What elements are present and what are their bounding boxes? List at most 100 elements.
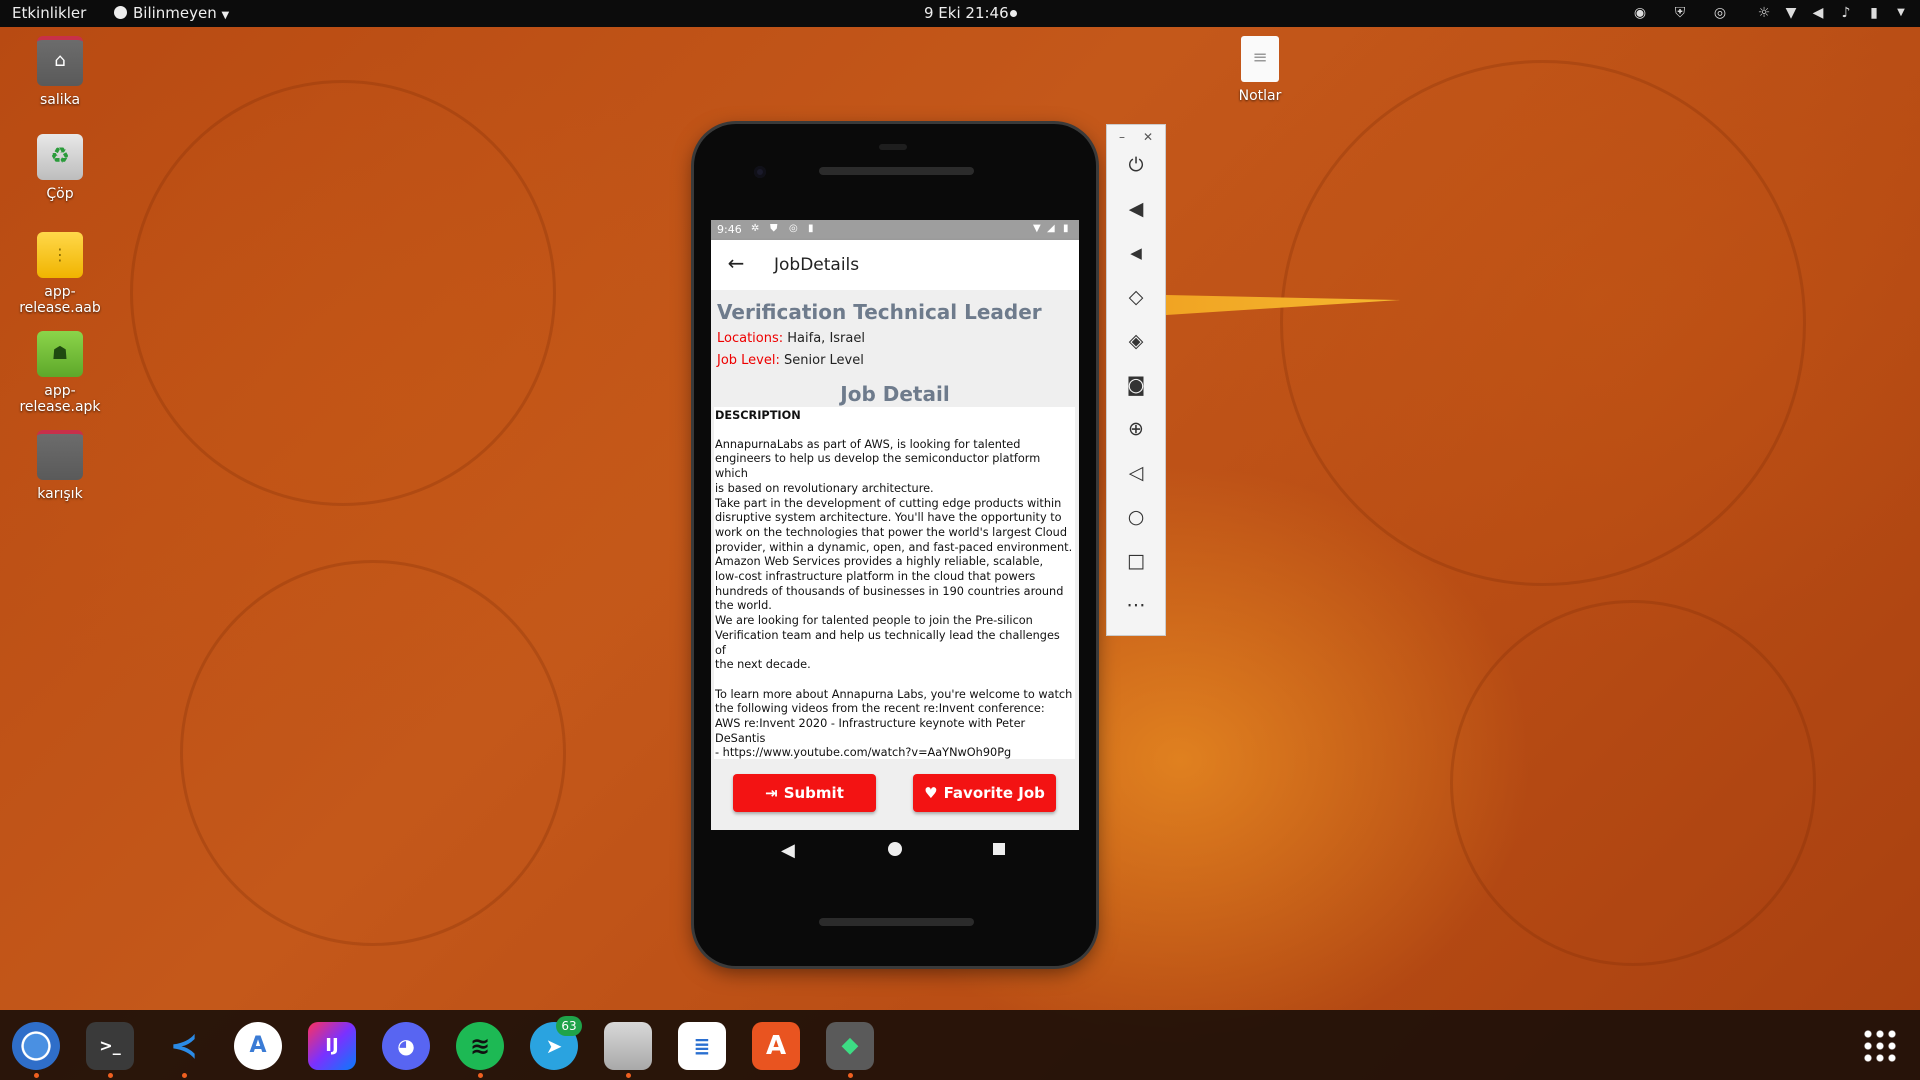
desktop-icon-label: app-release.apk bbox=[19, 383, 101, 415]
overview-icon[interactable]: □ bbox=[1122, 547, 1150, 575]
sync-status-icon: ◎ bbox=[789, 223, 798, 234]
desktop-icon-apk[interactable]: ☗ app-release.apk bbox=[5, 331, 115, 415]
shield-status-icon: ⛊ bbox=[770, 223, 778, 234]
running-indicator bbox=[108, 1073, 113, 1078]
more-icon[interactable]: ⋯ bbox=[1122, 591, 1150, 619]
chevron-down-icon: ▼ bbox=[221, 10, 230, 21]
running-indicator bbox=[182, 1073, 187, 1078]
locations-row: Locations: Haifa, Israel bbox=[717, 331, 865, 346]
desktop-icon-aab[interactable]: ⋮ app-release.aab bbox=[5, 232, 115, 316]
phone-bottom-speaker bbox=[819, 918, 974, 926]
locations-label: Locations: bbox=[717, 331, 784, 346]
desktop-icon-karisik[interactable]: karışık bbox=[5, 430, 115, 502]
description-line: engineers to help us develop the semicon… bbox=[715, 452, 1041, 481]
submit-label: Submit bbox=[783, 784, 844, 802]
locations-value: Haifa, Israel bbox=[787, 331, 865, 346]
discord-app-icon[interactable]: ◕ bbox=[382, 1022, 430, 1070]
description-line bbox=[715, 673, 1074, 688]
spotify-app-icon[interactable]: ≋ bbox=[456, 1022, 504, 1070]
description-line: To learn more about Annapurna Labs, you'… bbox=[715, 687, 1073, 701]
job-level-value: Senior Level bbox=[784, 353, 864, 368]
back-icon[interactable]: ◁ bbox=[1122, 459, 1150, 487]
sd-card-status-icon: ▮ bbox=[808, 223, 814, 234]
favorite-label: Favorite Job bbox=[943, 784, 1045, 802]
desktop-icon-label: Notlar bbox=[1238, 88, 1282, 104]
description-line: the world. bbox=[715, 599, 772, 613]
rotate-right-icon[interactable]: ◈ bbox=[1122, 327, 1150, 355]
volume-icon[interactable]: ◀ bbox=[1810, 5, 1826, 21]
back-arrow-icon[interactable]: ← bbox=[723, 251, 749, 275]
description-line: - https://www.youtube.com/watch?v=AaYNwO… bbox=[715, 746, 1012, 759]
camera-icon[interactable]: ◙ bbox=[1122, 371, 1150, 399]
close-icon[interactable]: ✕ bbox=[1143, 130, 1153, 144]
clock[interactable]: 9 Eki 21:46 bbox=[924, 4, 1009, 22]
description-line: disruptive system architecture. You'll h… bbox=[715, 511, 1062, 525]
description-line: low-cost infrastructure platform in the … bbox=[715, 570, 1036, 584]
show-apps-grid-icon[interactable] bbox=[1862, 1028, 1896, 1062]
power-icon[interactable]: ⏻ bbox=[1122, 151, 1150, 179]
wallpaper-swirl bbox=[1280, 60, 1806, 586]
favorite-job-button[interactable]: ♥ Favorite Job bbox=[913, 774, 1056, 812]
chrome-app-icon[interactable] bbox=[12, 1022, 60, 1070]
desktop-icon-label: Çöp bbox=[46, 186, 74, 202]
desktop-icon-salika[interactable]: ⌂ salika bbox=[5, 36, 115, 108]
submit-button[interactable]: ⇥ Submit bbox=[733, 774, 876, 812]
intellij-app-icon[interactable]: IJ bbox=[308, 1022, 356, 1070]
minimize-icon[interactable]: – bbox=[1119, 130, 1125, 144]
emulator-phone-frame: 9:46 ✲ ⛊ ◎ ▮ ▼ ◢ ▮ ← JobDetails Verifica… bbox=[694, 124, 1096, 966]
emulator-toolbar: – ✕ ⏻ ◀ ◀ ◇ ◈ ◙ ⊕ ◁ ○ □ ⋯ bbox=[1106, 124, 1166, 636]
job-level-row: Job Level: Senior Level bbox=[717, 353, 864, 368]
app-menu[interactable]: Bilinmeyen ▼ bbox=[114, 4, 229, 22]
microphone-icon[interactable]: ♪ bbox=[1838, 5, 1854, 21]
description-line: work on the technologies that power the … bbox=[715, 525, 1067, 539]
app-menu-icon bbox=[114, 6, 127, 19]
files-app-icon[interactable] bbox=[604, 1022, 652, 1070]
rotate-left-icon[interactable]: ◇ bbox=[1122, 283, 1150, 311]
description-line: is based on revolutionary architecture. bbox=[715, 481, 934, 495]
phone-screen: 9:46 ✲ ⛊ ◎ ▮ ▼ ◢ ▮ ← JobDetails Verifica… bbox=[711, 220, 1079, 830]
desktop-icon-label: salika bbox=[39, 92, 81, 108]
wifi-status-icon: ▼ bbox=[1033, 223, 1041, 234]
settings-status-icon: ✲ bbox=[751, 223, 760, 234]
desktop-icon-label: karışık bbox=[37, 486, 83, 502]
nav-home-icon[interactable] bbox=[888, 842, 902, 856]
zoom-icon[interactable]: ⊕ bbox=[1122, 415, 1150, 443]
discord-tray-icon[interactable]: ◎ bbox=[1712, 5, 1728, 21]
desktop-icon-notlar[interactable]: ≡ Notlar bbox=[1205, 36, 1315, 104]
wifi-icon[interactable]: ▼ bbox=[1783, 5, 1799, 21]
writer-app-icon[interactable]: ≣ bbox=[678, 1022, 726, 1070]
front-camera-icon bbox=[754, 166, 766, 178]
android-status-bar: 9:46 ✲ ⛊ ◎ ▮ ▼ ◢ ▮ bbox=[711, 220, 1079, 240]
nav-back-icon[interactable]: ◀ bbox=[781, 840, 795, 861]
brightness-icon[interactable]: ☼ bbox=[1756, 5, 1772, 21]
power-menu-chevron-icon[interactable]: ▼ bbox=[1893, 5, 1909, 21]
android-studio-app-icon[interactable]: A bbox=[234, 1022, 282, 1070]
job-description[interactable]: DESCRIPTION AnnapurnaLabs as part of AWS… bbox=[714, 407, 1075, 759]
wallpaper-swirl bbox=[130, 80, 556, 506]
description-line: the next decade. bbox=[715, 658, 811, 672]
signal-status-icon: ◢ bbox=[1047, 223, 1055, 234]
desktop-icon-trash[interactable]: ♻ Çöp bbox=[5, 134, 115, 202]
page-title: JobDetails bbox=[774, 255, 860, 275]
battery-icon[interactable]: ▮ bbox=[1866, 5, 1882, 21]
description-line: hundreds of thousands of businesses in 1… bbox=[715, 584, 1064, 598]
home-folder-icon: ⌂ bbox=[37, 36, 83, 86]
shield-tray-icon[interactable]: ⛨ bbox=[1672, 5, 1688, 21]
top-bar: Etkinlikler Bilinmeyen ▼ 9 Eki 21:46 ◉ ⛨… bbox=[0, 0, 1920, 27]
emulator-app-icon[interactable]: ◆ bbox=[826, 1022, 874, 1070]
activities-button[interactable]: Etkinlikler bbox=[12, 4, 86, 22]
job-title: Verification Technical Leader bbox=[717, 300, 1042, 324]
software-center-app-icon[interactable]: A bbox=[752, 1022, 800, 1070]
notification-dot-icon bbox=[1010, 10, 1017, 17]
terminal-app-icon[interactable]: >_ bbox=[86, 1022, 134, 1070]
home-icon[interactable]: ○ bbox=[1122, 503, 1150, 531]
description-body: AnnapurnaLabs as part of AWS, is looking… bbox=[715, 438, 1074, 759]
vscode-app-icon[interactable]: ≺ bbox=[160, 1022, 208, 1070]
nav-recents-icon[interactable] bbox=[993, 843, 1005, 855]
volume-down-icon[interactable]: ◀ bbox=[1122, 239, 1150, 267]
running-indicator bbox=[848, 1073, 853, 1078]
volume-up-icon[interactable]: ◀ bbox=[1122, 195, 1150, 223]
chrome-tray-icon[interactable]: ◉ bbox=[1632, 5, 1648, 21]
action-buttons: ⇥ Submit ♥ Favorite Job bbox=[711, 764, 1079, 830]
description-line: Amazon Web Services provides a highly re… bbox=[715, 555, 1044, 569]
